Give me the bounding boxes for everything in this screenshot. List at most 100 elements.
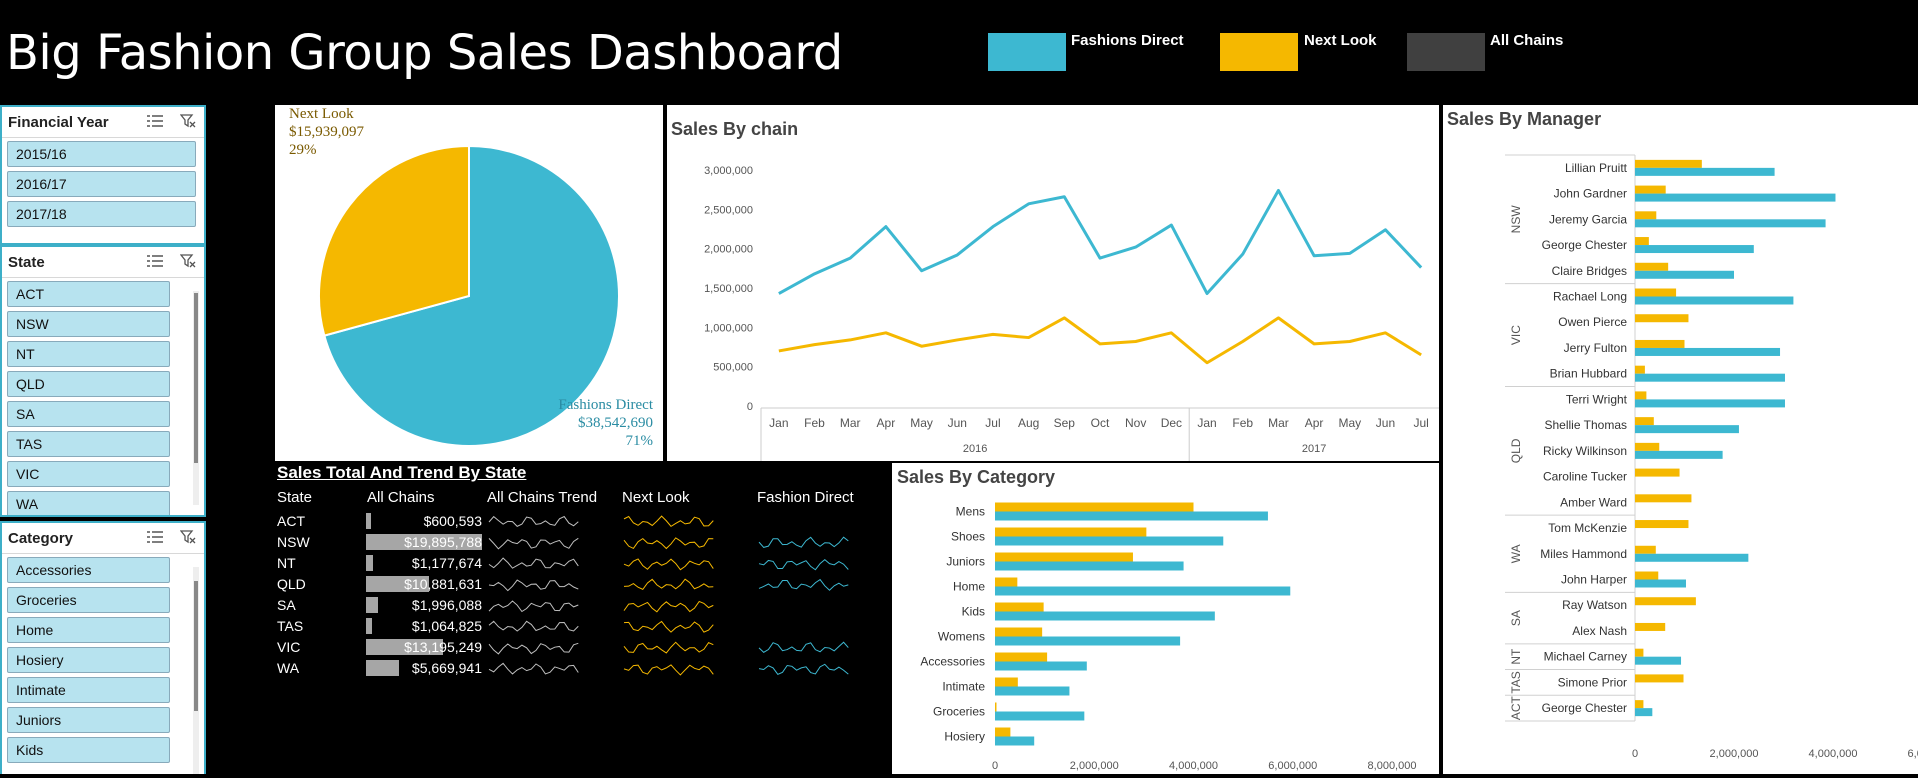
legend-label-all-chains: All Chains: [1490, 32, 1564, 49]
slicer-item-2017-18[interactable]: 2017/18: [7, 201, 196, 227]
all-chains-sparkline: [488, 600, 579, 613]
manager-bar-fashions-direct[interactable]: [1635, 296, 1794, 305]
slicer-item-2015-16[interactable]: 2015/16: [7, 141, 196, 167]
manager-bar-next-look[interactable]: [1635, 545, 1656, 554]
manager-bar-next-look[interactable]: [1635, 700, 1644, 709]
slicer-item-kids[interactable]: Kids: [7, 737, 170, 763]
manager-bar-fashions-direct[interactable]: [1635, 167, 1775, 176]
fashion-direct-sparkline: [758, 536, 849, 548]
category-slicer-scroll-thumb[interactable]: [194, 581, 198, 711]
category-bar-fashions-direct[interactable]: [995, 711, 1085, 721]
category-bar-next-look[interactable]: [995, 527, 1147, 537]
state-slicer-scroll-thumb[interactable]: [194, 293, 198, 463]
state-cell: NSW: [277, 534, 310, 550]
manager-bar-fashions-direct[interactable]: [1635, 193, 1836, 202]
category-bar-next-look[interactable]: [995, 602, 1044, 612]
manager-label: John Gardner: [1554, 187, 1627, 201]
manager-bar-fashions-direct[interactable]: [1635, 347, 1781, 356]
category-bar-fashions-direct[interactable]: [995, 586, 1291, 596]
category-bar-next-look[interactable]: [995, 702, 997, 712]
category-bar-fashions-direct[interactable]: [995, 536, 1224, 546]
category-bar-next-look[interactable]: [995, 577, 1018, 587]
category-bar-fashions-direct[interactable]: [995, 736, 1035, 746]
manager-bar-next-look[interactable]: [1635, 237, 1649, 246]
manager-bar-next-look[interactable]: [1635, 159, 1702, 168]
state-slicer-scrollbar[interactable]: [193, 291, 199, 505]
manager-bar-fashions-direct[interactable]: [1635, 450, 1723, 459]
slicer-item-accessories[interactable]: Accessories: [7, 557, 170, 583]
line-series-fashions-direct[interactable]: [778, 188, 1423, 296]
slicer-item-vic[interactable]: VIC: [7, 461, 170, 487]
category-bar-next-look[interactable]: [995, 627, 1043, 637]
manager-bar-next-look[interactable]: [1635, 674, 1684, 683]
category-bar-next-look[interactable]: [995, 502, 1194, 512]
sales-by-category-chart: Mens Shoes Juniors Home Kids Womens Accessorie…: [920, 502, 1416, 772]
manager-bar-next-look[interactable]: [1635, 288, 1677, 297]
all-chains-sparkline: [488, 579, 579, 592]
manager-bar-fashions-direct[interactable]: [1635, 708, 1653, 717]
manager-bar-next-look[interactable]: [1635, 365, 1645, 374]
slicer-item-juniors[interactable]: Juniors: [7, 707, 170, 733]
clear-filter-icon[interactable]: [179, 253, 196, 272]
manager-bar-next-look[interactable]: [1635, 597, 1696, 606]
category-slicer-scrollbar[interactable]: [193, 567, 199, 774]
category-bar-fashions-direct[interactable]: [995, 561, 1184, 571]
manager-bar-next-look[interactable]: [1635, 262, 1669, 271]
manager-bar-next-look[interactable]: [1635, 185, 1666, 194]
category-bar-next-look[interactable]: [995, 677, 1018, 687]
multi-select-icon[interactable]: [146, 253, 164, 272]
category-bar-fashions-direct[interactable]: [995, 611, 1215, 621]
manager-bar-fashions-direct[interactable]: [1635, 399, 1785, 408]
slicer-item-intimate[interactable]: Intimate: [7, 677, 170, 703]
slicer-item-qld[interactable]: QLD: [7, 371, 170, 397]
slicer-item-nsw[interactable]: NSW: [7, 311, 170, 337]
manager-bar-next-look[interactable]: [1635, 314, 1689, 323]
manager-bar-fashions-direct[interactable]: [1635, 425, 1739, 434]
slicer-item-hosiery[interactable]: Hosiery: [7, 647, 170, 673]
multi-select-icon[interactable]: [146, 529, 164, 548]
legend-label-next-look: Next Look: [1304, 32, 1377, 49]
category-bar-next-look[interactable]: [995, 652, 1048, 662]
category-bar-fashions-direct[interactable]: [995, 636, 1181, 646]
manager-bar-fashions-direct[interactable]: [1635, 656, 1682, 665]
manager-bar-fashions-direct[interactable]: [1635, 373, 1785, 382]
clear-filter-icon[interactable]: [179, 529, 196, 548]
manager-bar-next-look[interactable]: [1635, 520, 1689, 529]
manager-bar-fashions-direct[interactable]: [1635, 219, 1826, 228]
category-bar-next-look[interactable]: [995, 727, 1011, 737]
category-bar-fashions-direct[interactable]: [995, 661, 1087, 671]
slicer-item-home[interactable]: Home: [7, 617, 170, 643]
slicer-item-act[interactable]: ACT: [7, 281, 170, 307]
manager-bar-fashions-direct[interactable]: [1635, 270, 1734, 279]
slicer-item-2016-17[interactable]: 2016/17: [7, 171, 196, 197]
slicer-item-tas[interactable]: TAS: [7, 431, 170, 457]
multi-select-icon[interactable]: [146, 113, 164, 132]
y-tick-label: 3,000,000: [704, 165, 753, 177]
manager-bar-fashions-direct[interactable]: [1635, 245, 1754, 254]
manager-bar-next-look[interactable]: [1635, 211, 1657, 220]
state-slicer-title: State: [8, 253, 45, 271]
manager-bar-next-look[interactable]: [1635, 391, 1647, 400]
manager-label: Alex Nash: [1572, 624, 1627, 638]
manager-bar-next-look[interactable]: [1635, 494, 1692, 503]
category-bar-fashions-direct[interactable]: [995, 511, 1268, 521]
slicer-item-sa[interactable]: SA: [7, 401, 170, 427]
category-bar-next-look[interactable]: [995, 552, 1133, 562]
line-series-next-look[interactable]: [778, 316, 1422, 365]
clear-filter-icon[interactable]: [179, 113, 196, 132]
slicer-item-groceries[interactable]: Groceries: [7, 587, 170, 613]
manager-group-label: NT: [1509, 648, 1523, 665]
slicer-item-wa[interactable]: WA: [7, 491, 170, 515]
manager-bar-next-look[interactable]: [1635, 622, 1666, 631]
manager-bar-next-look[interactable]: [1635, 468, 1680, 477]
manager-bar-fashions-direct[interactable]: [1635, 579, 1686, 588]
manager-bar-next-look[interactable]: [1635, 648, 1644, 657]
slicer-item-nt[interactable]: NT: [7, 341, 170, 367]
manager-bar-next-look[interactable]: [1635, 417, 1654, 426]
manager-bar-next-look[interactable]: [1635, 339, 1685, 348]
manager-bar-fashions-direct[interactable]: [1635, 553, 1749, 562]
manager-bar-next-look[interactable]: [1635, 571, 1659, 580]
category-bar-fashions-direct[interactable]: [995, 686, 1070, 696]
manager-bar-next-look[interactable]: [1635, 442, 1660, 451]
manager-group-label: WA: [1509, 544, 1523, 563]
